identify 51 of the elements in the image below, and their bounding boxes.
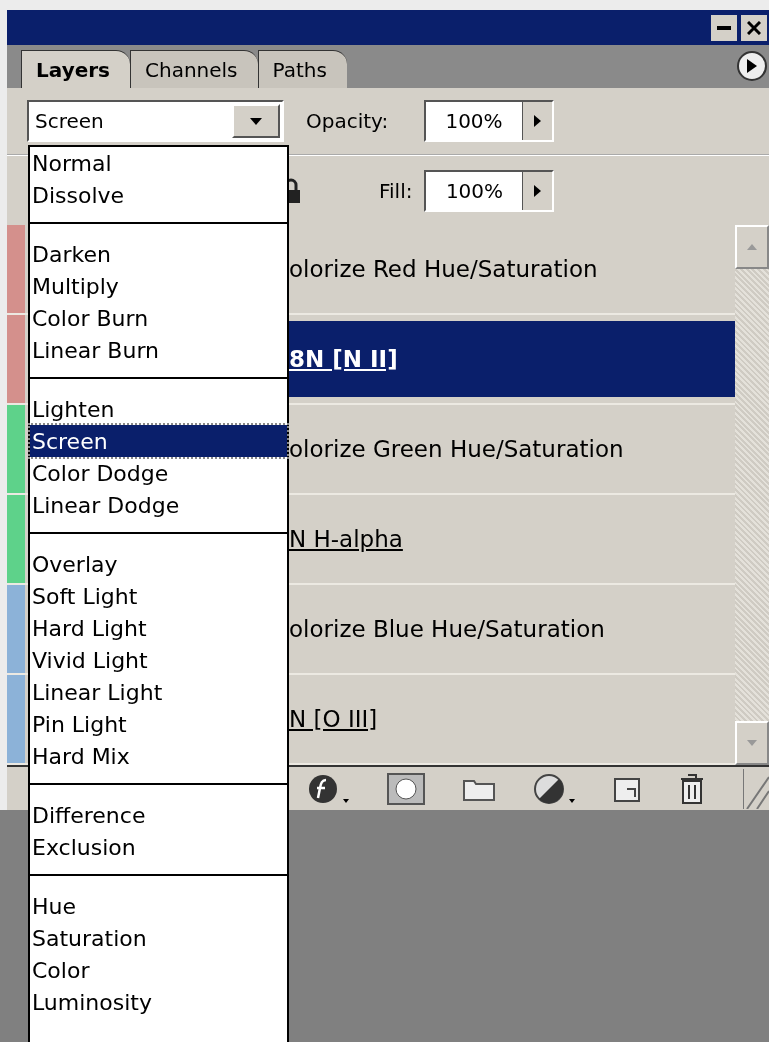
layer-row[interactable]: olorize Blue Hue/Saturation (287, 591, 735, 667)
menu-item[interactable]: Saturation (30, 922, 287, 954)
menu-item[interactable]: Hard Light (30, 612, 287, 644)
half-circle-icon[interactable] (533, 772, 575, 805)
layer-style-icon[interactable] (307, 772, 349, 805)
menu-item[interactable]: Pin Light (30, 708, 287, 740)
menu-item[interactable]: Soft Light (30, 580, 287, 612)
menu-item[interactable]: Vivid Light (30, 644, 287, 676)
menu-item[interactable]: Screen (30, 425, 287, 457)
menu-item[interactable]: Darken (30, 238, 287, 270)
opacity-label: Opacity: (306, 108, 390, 135)
layer-row[interactable]: N H-alpha (287, 501, 735, 577)
panel-menu-button[interactable] (737, 51, 767, 81)
scroll-down-button[interactable] (735, 721, 769, 765)
menu-item[interactable]: Luminosity (30, 986, 287, 1018)
menu-item[interactable]: Lighten (30, 393, 287, 425)
close-icon (747, 20, 761, 35)
close-button[interactable] (741, 14, 767, 41)
tab[interactable]: Layers (21, 50, 130, 88)
menu-item[interactable]: Multiply (30, 270, 287, 302)
blend-mode-dropdown[interactable]: Screen (27, 100, 284, 142)
fill-label: Fill: (379, 177, 413, 205)
menu-item[interactable]: Hard Mix (30, 740, 287, 772)
menu-item[interactable]: Linear Burn (30, 334, 287, 366)
layer-row[interactable]: olorize Green Hue/Saturation (287, 411, 735, 487)
menu-item[interactable]: Overlay (30, 548, 287, 580)
menu-item[interactable]: Linear Light (30, 676, 287, 708)
scrollbar[interactable] (735, 225, 769, 765)
layer-row[interactable]: N [O III] (287, 681, 735, 757)
menu-item[interactable]: Hue (30, 890, 287, 922)
layer-row[interactable]: olorize Red Hue/Saturation (287, 231, 735, 307)
menu-item[interactable]: Color Burn (30, 302, 287, 334)
play-icon (747, 59, 757, 73)
trash-icon[interactable] (679, 772, 705, 805)
tab[interactable]: Channels (130, 50, 258, 88)
scroll-up-button[interactable] (735, 225, 769, 269)
resize-grip-icon[interactable] (743, 768, 769, 809)
minimize-button[interactable] (711, 14, 737, 41)
menu-item[interactable]: Linear Dodge (30, 489, 287, 521)
layer-row[interactable]: 8N [N II] (287, 321, 735, 397)
menu-item[interactable]: Normal (30, 147, 287, 179)
menu-item[interactable]: Color Dodge (30, 457, 287, 489)
layer-mask-icon[interactable] (387, 772, 425, 805)
caret-icon (747, 244, 757, 250)
caret-icon (250, 117, 262, 125)
menu-item[interactable]: Difference (30, 799, 287, 831)
menu-item[interactable]: Exclusion (30, 831, 287, 863)
tab[interactable]: Paths (257, 50, 347, 88)
menu-item[interactable]: Color (30, 954, 287, 986)
menu-item[interactable]: Dissolve (30, 179, 287, 211)
caret-icon (747, 740, 757, 746)
